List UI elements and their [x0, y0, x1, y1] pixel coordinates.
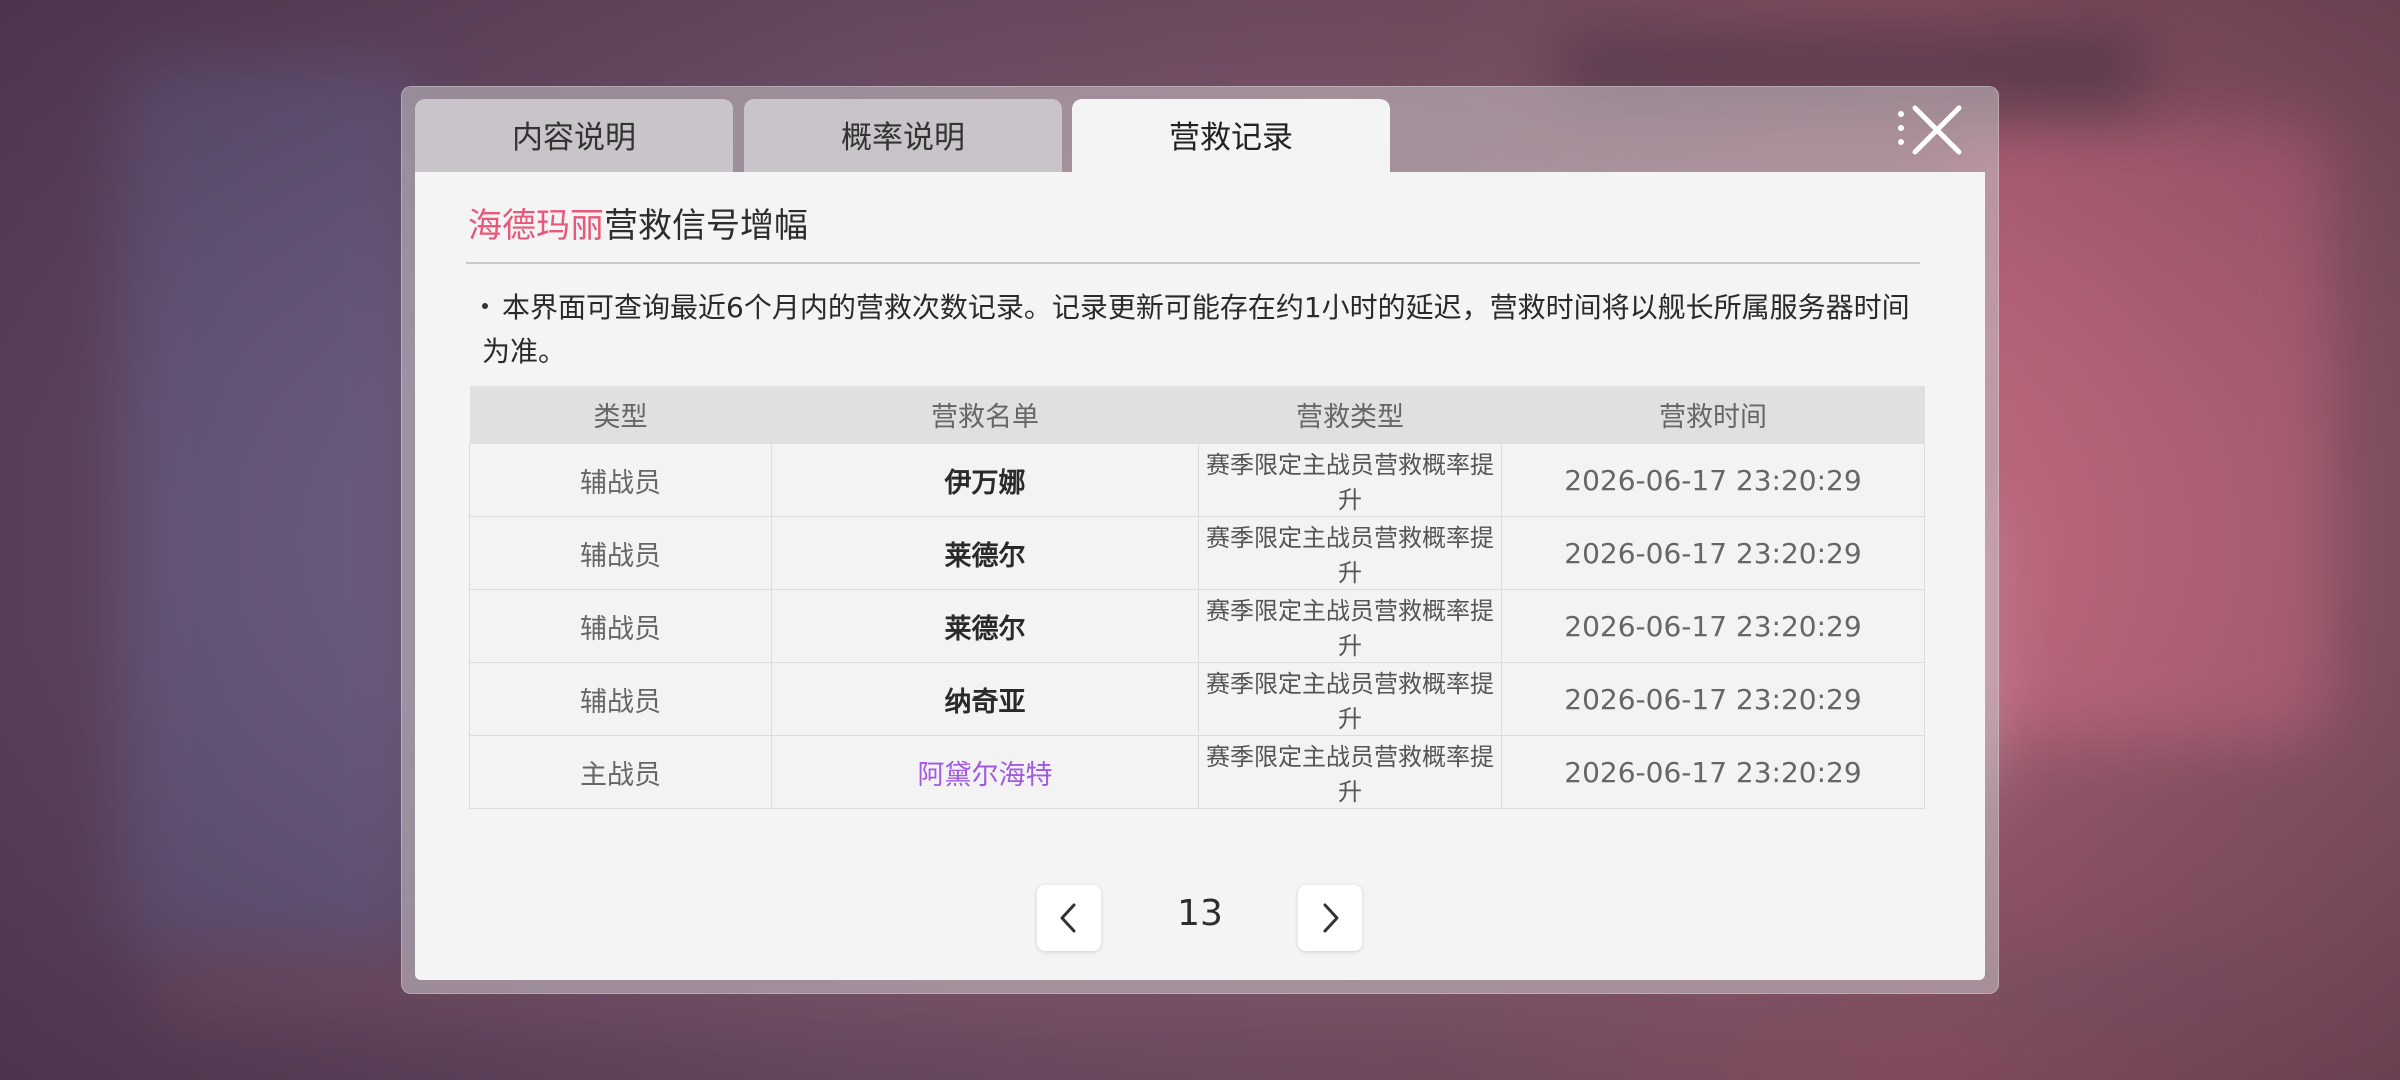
title-divider — [466, 262, 1920, 264]
cell-reason: 赛季限定主战员营救概率提升 — [1198, 589, 1502, 663]
table-row: 辅战员 莱德尔 赛季限定主战员营救概率提升 2026-06-17 23:20:2… — [469, 516, 1925, 590]
cell-time: 2026-06-17 23:20:29 — [1501, 735, 1925, 809]
title-rest: 营救信号增幅 — [604, 206, 808, 246]
cell-time: 2026-06-17 23:20:29 — [1501, 443, 1925, 517]
table-row: 辅战员 莱德尔 赛季限定主战员营救概率提升 2026-06-17 23:20:2… — [469, 589, 1925, 663]
cell-reason: 赛季限定主战员营救概率提升 — [1198, 662, 1502, 736]
tab-rescue-records[interactable]: 营救记录 — [1072, 99, 1390, 173]
cell-type: 主战员 — [469, 735, 772, 809]
notice-text: 本界面可查询最近6个月内的营救次数记录。记录更新可能存在约1小时的延迟，营救时间… — [482, 286, 1912, 374]
notice-body: 本界面可查询最近6个月内的营救次数记录。记录更新可能存在约1小时的延迟，营救时间… — [482, 291, 1910, 368]
next-page-button[interactable] — [1298, 885, 1362, 951]
cell-time: 2026-06-17 23:20:29 — [1501, 662, 1925, 736]
chevron-right-icon — [1323, 903, 1339, 933]
chevron-left-icon — [1060, 903, 1076, 933]
header-time: 营救时间 — [1501, 386, 1925, 444]
close-icon — [1898, 105, 1962, 155]
table-row: 辅战员 纳奇亚 赛季限定主战员营救概率提升 2026-06-17 23:20:2… — [469, 662, 1925, 736]
header-rescue-type: 营救类型 — [1198, 386, 1502, 444]
cell-type: 辅战员 — [469, 516, 772, 590]
cell-time: 2026-06-17 23:20:29 — [1501, 589, 1925, 663]
cell-type: 辅战员 — [469, 589, 772, 663]
cell-name: 伊万娜 — [771, 443, 1199, 517]
cell-time: 2026-06-17 23:20:29 — [1501, 516, 1925, 590]
rescue-record-table: 类型 营救名单 营救类型 营救时间 辅战员 伊万娜 赛季限定主战员营救概率提升 … — [469, 386, 1925, 809]
tab-probability-description[interactable]: 概率说明 — [744, 99, 1062, 173]
table-header-row: 类型 营救名单 营救类型 营救时间 — [469, 386, 1925, 444]
table-row: 主战员 阿黛尔海特 赛季限定主战员营救概率提升 2026-06-17 23:20… — [469, 735, 1925, 809]
bullet-icon — [482, 303, 488, 309]
header-type: 类型 — [469, 386, 772, 444]
cell-reason: 赛季限定主战员营救概率提升 — [1198, 516, 1502, 590]
table-row: 辅战员 伊万娜 赛季限定主战员营救概率提升 2026-06-17 23:20:2… — [469, 443, 1925, 517]
close-button[interactable] — [1895, 102, 1965, 158]
cell-type: 辅战员 — [469, 662, 772, 736]
cell-name: 阿黛尔海特 — [771, 735, 1199, 809]
page-number: 13 — [1177, 893, 1223, 934]
tab-content-description[interactable]: 内容说明 — [415, 99, 733, 173]
cell-name: 纳奇亚 — [771, 662, 1199, 736]
cell-reason: 赛季限定主战员营救概率提升 — [1198, 443, 1502, 517]
cell-type: 辅战员 — [469, 443, 772, 517]
panel-title: 海德玛丽营救信号增幅 — [468, 198, 808, 247]
header-name: 营救名单 — [771, 386, 1199, 444]
title-highlight: 海德玛丽 — [468, 206, 604, 246]
cell-reason: 赛季限定主战员营救概率提升 — [1198, 735, 1502, 809]
cell-name: 莱德尔 — [771, 589, 1199, 663]
prev-page-button[interactable] — [1037, 885, 1101, 951]
cell-name: 莱德尔 — [771, 516, 1199, 590]
